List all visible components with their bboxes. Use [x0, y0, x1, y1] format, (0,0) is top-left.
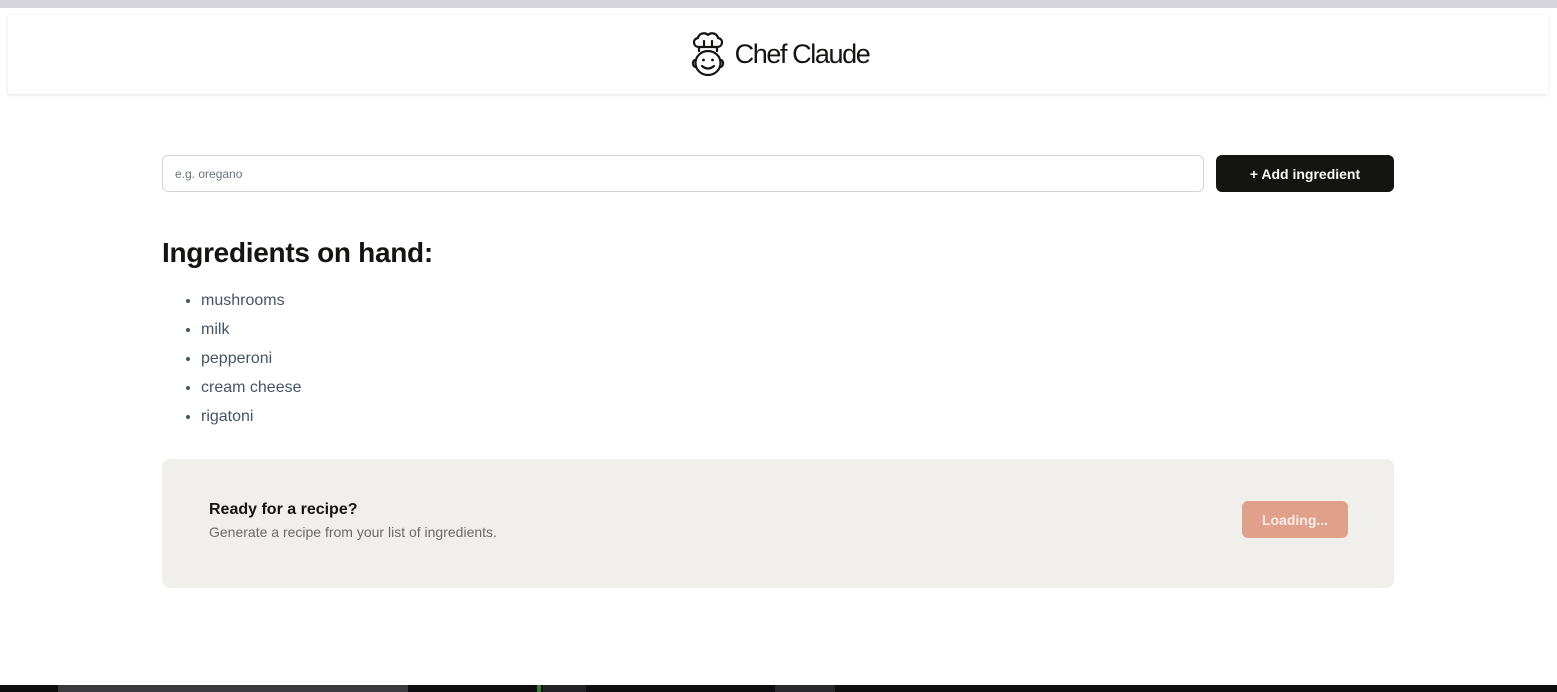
taskbar-item[interactable]: [58, 685, 408, 692]
taskbar-item[interactable]: [775, 685, 835, 692]
page: Chef Claude + Add ingredient Ingredients…: [0, 0, 1557, 692]
get-recipe-card: Ready for a recipe? Generate a recipe fr…: [162, 459, 1394, 588]
ingredient-input[interactable]: [162, 155, 1204, 192]
list-item: cream cheese: [201, 377, 302, 406]
list-item: milk: [201, 319, 302, 348]
cta-title: Ready for a recipe?: [209, 501, 358, 518]
chef-hat-icon: [691, 31, 724, 76]
taskbar-indicator: [537, 685, 541, 692]
os-taskbar: [0, 685, 1557, 692]
ingredients-list: mushrooms milk pepperoni cream cheese ri…: [201, 290, 302, 435]
app-header: Chef Claude: [8, 15, 1548, 94]
list-item: rigatoni: [201, 406, 302, 435]
list-item: pepperoni: [201, 348, 302, 377]
add-ingredient-form: + Add ingredient: [162, 155, 1394, 193]
list-item: mushrooms: [201, 290, 302, 319]
get-recipe-button[interactable]: Loading...: [1242, 501, 1348, 538]
cta-subtitle: Generate a recipe from your list of ingr…: [209, 524, 497, 540]
browser-top-strip: [0, 0, 1557, 8]
ingredients-heading: Ingredients on hand:: [162, 237, 433, 268]
app-title: Chef Claude: [734, 39, 871, 69]
taskbar-item[interactable]: [543, 685, 586, 692]
add-ingredient-button[interactable]: + Add ingredient: [1216, 155, 1394, 192]
